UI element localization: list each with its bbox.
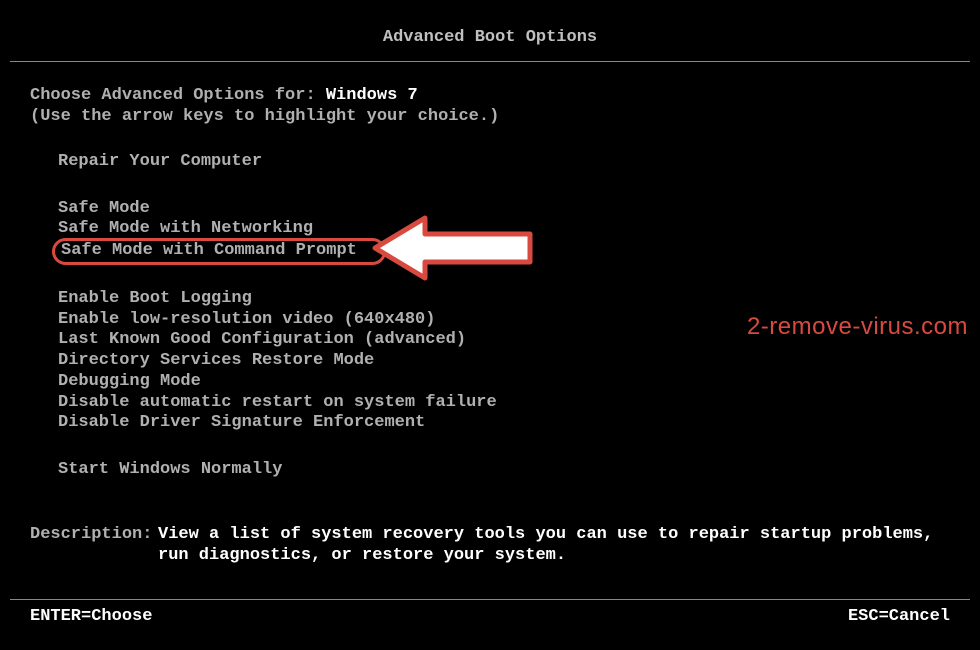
footer-enter: ENTER=Choose (30, 607, 152, 626)
menu-debugging-mode[interactable]: Debugging Mode (58, 372, 950, 393)
os-name: Windows 7 (326, 86, 418, 105)
group-repair: Repair Your Computer (58, 152, 950, 173)
menu-safe-mode-command-prompt[interactable]: Safe Mode with Command Prompt (61, 241, 357, 262)
boot-options-screen: Advanced Boot Options Choose Advanced Op… (10, 10, 970, 640)
highlight-circle: Safe Mode with Command Prompt (52, 238, 386, 265)
page-title: Advanced Boot Options (10, 10, 970, 61)
footer: ENTER=Choose ESC=Cancel (30, 607, 950, 626)
group-normal: Start Windows Normally (58, 460, 950, 481)
description-text: View a list of system recovery tools you… (158, 525, 950, 566)
choose-line: Choose Advanced Options for: Windows 7 (30, 86, 950, 105)
menu-directory-services-restore[interactable]: Directory Services Restore Mode (58, 351, 950, 372)
menu-disable-driver-sig[interactable]: Disable Driver Signature Enforcement (58, 413, 950, 434)
content-area: Choose Advanced Options for: Windows 7 (… (10, 86, 970, 481)
footer-divider (10, 599, 970, 600)
menu-start-normally[interactable]: Start Windows Normally (58, 460, 950, 481)
description-block: Description: View a list of system recov… (10, 525, 970, 566)
menu-safe-mode-networking[interactable]: Safe Mode with Networking (58, 219, 950, 240)
menu-enable-boot-logging[interactable]: Enable Boot Logging (58, 289, 950, 310)
choose-prefix: Choose Advanced Options for: (30, 86, 326, 105)
menu-safe-mode[interactable]: Safe Mode (58, 199, 950, 220)
menu-disable-auto-restart[interactable]: Disable automatic restart on system fail… (58, 393, 950, 414)
title-divider (10, 61, 970, 62)
footer-esc: ESC=Cancel (848, 607, 950, 626)
watermark-text: 2-remove-virus.com (747, 313, 968, 341)
description-label: Description: (30, 525, 158, 566)
group-advanced: Enable Boot Logging Enable low-resolutio… (58, 289, 950, 434)
group-safe-mode: Safe Mode Safe Mode with Networking Safe… (58, 199, 950, 263)
arrow-keys-hint: (Use the arrow keys to highlight your ch… (30, 107, 950, 126)
menu-repair-computer[interactable]: Repair Your Computer (58, 152, 950, 173)
